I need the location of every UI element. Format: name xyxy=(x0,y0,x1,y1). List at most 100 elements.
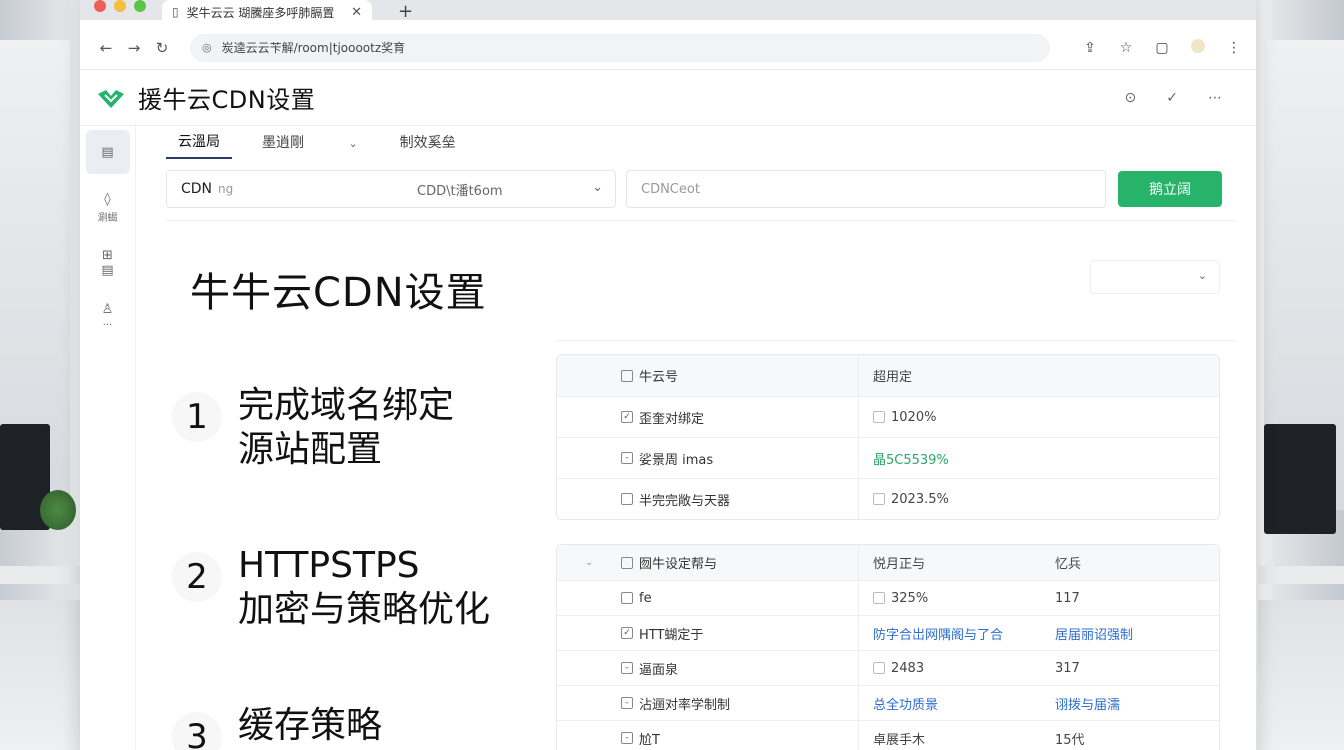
table-link[interactable]: 总全功质景 xyxy=(859,686,1045,720)
table-row[interactable]: fe 325% 117 xyxy=(557,580,1219,615)
view-select[interactable]: ⌄ xyxy=(1090,260,1220,294)
table-row[interactable]: - 逼面泉 2483 317 xyxy=(557,650,1219,685)
content-tabs: 云溫局 墨逍剛 ⌄ 制效奚垒 xyxy=(166,122,1236,162)
header-cell: 牛云号 xyxy=(557,355,859,396)
step-number: 2 xyxy=(172,552,222,602)
chevron-down-icon: ⌄ xyxy=(348,137,358,150)
tab-advanced[interactable]: 制效奚垒 xyxy=(388,126,468,158)
table-row[interactable]: - 沾逦对率学制制 总全功质景 诩拨与届濡 xyxy=(557,685,1219,720)
table-link[interactable]: 居届丽诏强制 xyxy=(1045,616,1219,650)
maximize-window-dot[interactable] xyxy=(134,0,146,12)
table-cell: 2023.5% xyxy=(859,479,1219,519)
sidebar-item-list[interactable]: ⊞ ▤ xyxy=(86,242,130,284)
table-cell: 半完完敞与天器 xyxy=(557,479,859,519)
browser-actions: ⇪ ☆ ▢ ⋮ xyxy=(1080,38,1244,57)
menu-kebab-icon[interactable]: ⋮ xyxy=(1224,40,1244,56)
sidebar-item-dashboard[interactable]: ▤ xyxy=(85,130,130,174)
sidebar-toggle-icon[interactable]: ▢ xyxy=(1152,40,1172,56)
checkbox-icon[interactable]: - xyxy=(621,452,633,464)
header-cell: 悦月正与 xyxy=(873,557,926,572)
sidebar-item-users[interactable]: ♙ ··· xyxy=(86,296,130,338)
table-row[interactable]: - 尬T 卓展手木 15代 xyxy=(557,720,1219,750)
checkbox-icon[interactable] xyxy=(621,592,633,604)
status-box-icon xyxy=(873,662,885,674)
table-cell: 1020% xyxy=(859,397,1219,437)
more-icon[interactable]: ⋯ xyxy=(1208,90,1222,106)
table-cell: - 沾逦对率学制制 xyxy=(557,686,859,720)
new-tab-button[interactable]: + xyxy=(398,2,413,22)
cell-text: 2483 xyxy=(891,660,925,676)
browser-tab[interactable]: ▯ 奖牛云云 瑚騰座多呼肺膈置 ✕ xyxy=(162,0,372,24)
table-row[interactable]: 半完完敞与天器 2023.5% xyxy=(557,478,1219,519)
table-link[interactable]: 诩拨与届濡 xyxy=(1045,686,1219,720)
table-header: ⌄ 囫牛设定帮与 悦月正与 忆兵 xyxy=(557,545,1219,580)
grid-icon: ⊞ xyxy=(102,248,113,263)
window-controls xyxy=(94,0,146,12)
checkbox-icon[interactable] xyxy=(621,369,633,382)
close-icon[interactable]: ✕ xyxy=(351,5,362,20)
header-cell: 忆兵 xyxy=(1055,557,1082,572)
step-text: HTTPSTPS 加密与策略优化 xyxy=(238,544,490,632)
profile-avatar[interactable] xyxy=(1188,38,1208,57)
app-header: 援牛云CDN设置 ⊙ ✓ ⋯ xyxy=(80,70,1256,126)
table-row[interactable]: ✓ 歪奎对绑定 1020% xyxy=(557,396,1219,437)
cdn-type-field[interactable]: CDN ng xyxy=(167,181,417,197)
cell-text: 半完完敞与天器 xyxy=(639,493,731,509)
tab-rules[interactable]: 墨逍剛 ⌄ xyxy=(250,126,370,158)
step-text: 缓存策略 xyxy=(238,704,382,748)
table-cell: ✓ HTT蝴定于 xyxy=(557,616,859,650)
checkbox-icon[interactable]: - xyxy=(621,697,633,709)
table-cell: - 娑景周 imas xyxy=(557,438,859,478)
drop-icon: ◊ xyxy=(104,192,111,207)
step-2: 2 HTTPSTPS 加密与策略优化 xyxy=(172,544,490,632)
table-row[interactable]: - 娑景周 imas 晶5C5539% xyxy=(557,437,1219,478)
sidebar-item-settings[interactable]: ◊ 涮蝎 xyxy=(86,186,130,230)
table-cell: 117 xyxy=(1055,590,1080,606)
step-1: 1 完成域名绑定 源站配置 xyxy=(172,384,454,472)
header-icons: ⊙ ✓ ⋯ xyxy=(1125,90,1222,106)
step-line: HTTPSTPS xyxy=(238,545,420,586)
forward-arrow-icon[interactable]: → xyxy=(120,39,148,57)
confirm-button[interactable]: 鹅立阔 xyxy=(1118,171,1222,207)
sidebar-item-label: 涮蝎 xyxy=(97,213,118,224)
share-icon[interactable]: ⇪ xyxy=(1080,40,1100,56)
checkbox-icon[interactable]: - xyxy=(621,662,633,674)
page-icon: ▯ xyxy=(172,5,179,19)
tab-overview[interactable]: 云溫局 xyxy=(166,125,232,159)
table-cell: 晶5C5539% xyxy=(859,438,1219,478)
browser-window: ▯ 奖牛云云 瑚騰座多呼肺膈置 ✕ + ← → ↻ ◎ 炭逵云云苄解/room|… xyxy=(80,0,1256,750)
address-bar[interactable]: ◎ 炭逵云云苄解/room|tjooootz奖育 xyxy=(190,33,1050,62)
bookmark-star-icon[interactable]: ☆ xyxy=(1116,40,1136,56)
main-content: 云溫局 墨逍剛 ⌄ 制效奚垒 CDN ng CDD\t潘t6om ⌄ CDNCe… xyxy=(166,122,1236,750)
cell-text: 晶5C5539% xyxy=(873,452,949,468)
browser-tab-bar: ▯ 奖牛云云 瑚騰座多呼肺膈置 ✕ + xyxy=(80,0,1256,24)
site-info-icon[interactable]: ◎ xyxy=(202,41,212,54)
cdn-domain-select[interactable]: CDD\t潘t6om ⌄ xyxy=(417,180,615,199)
cell-text: 2023.5% xyxy=(891,491,949,507)
checkbox-icon[interactable] xyxy=(621,493,633,505)
back-arrow-icon[interactable]: ← xyxy=(92,39,120,57)
location-pin-icon[interactable]: ⊙ xyxy=(1125,90,1137,106)
header-label: 牛云号 xyxy=(639,370,679,385)
checkbox-icon[interactable]: ✓ xyxy=(621,411,633,423)
close-window-dot[interactable] xyxy=(94,0,106,12)
reload-icon[interactable]: ↻ xyxy=(148,39,176,57)
checkbox-icon[interactable]: ✓ xyxy=(621,627,633,639)
chevron-down-icon: ⌄ xyxy=(592,179,603,195)
step-line: 缓存策略 xyxy=(238,705,383,746)
cell-text: 歪奎对绑定 xyxy=(639,411,705,427)
caret-down-icon[interactable]: ⌄ xyxy=(585,557,593,568)
header-cell: 超用定 xyxy=(873,370,913,385)
table-link[interactable]: 防字合岀网隅阁与了合 xyxy=(859,616,1045,650)
header-label: 囫牛设定帮与 xyxy=(639,557,718,572)
cdn-search-input[interactable]: CDNCeot xyxy=(626,170,1106,208)
table-cell: 2483 xyxy=(859,651,1045,685)
checkbox-icon[interactable]: - xyxy=(621,732,633,744)
cell-text: 逼面泉 xyxy=(639,662,679,678)
brand-logo-icon xyxy=(96,86,126,110)
minimize-window-dot[interactable] xyxy=(114,0,126,12)
background-monitor-right xyxy=(1264,424,1336,534)
checkbox-icon[interactable] xyxy=(621,556,633,569)
table-row[interactable]: ✓ HTT蝴定于 防字合岀网隅阁与了合 居届丽诏强制 xyxy=(557,615,1219,650)
check-icon[interactable]: ✓ xyxy=(1166,90,1178,106)
